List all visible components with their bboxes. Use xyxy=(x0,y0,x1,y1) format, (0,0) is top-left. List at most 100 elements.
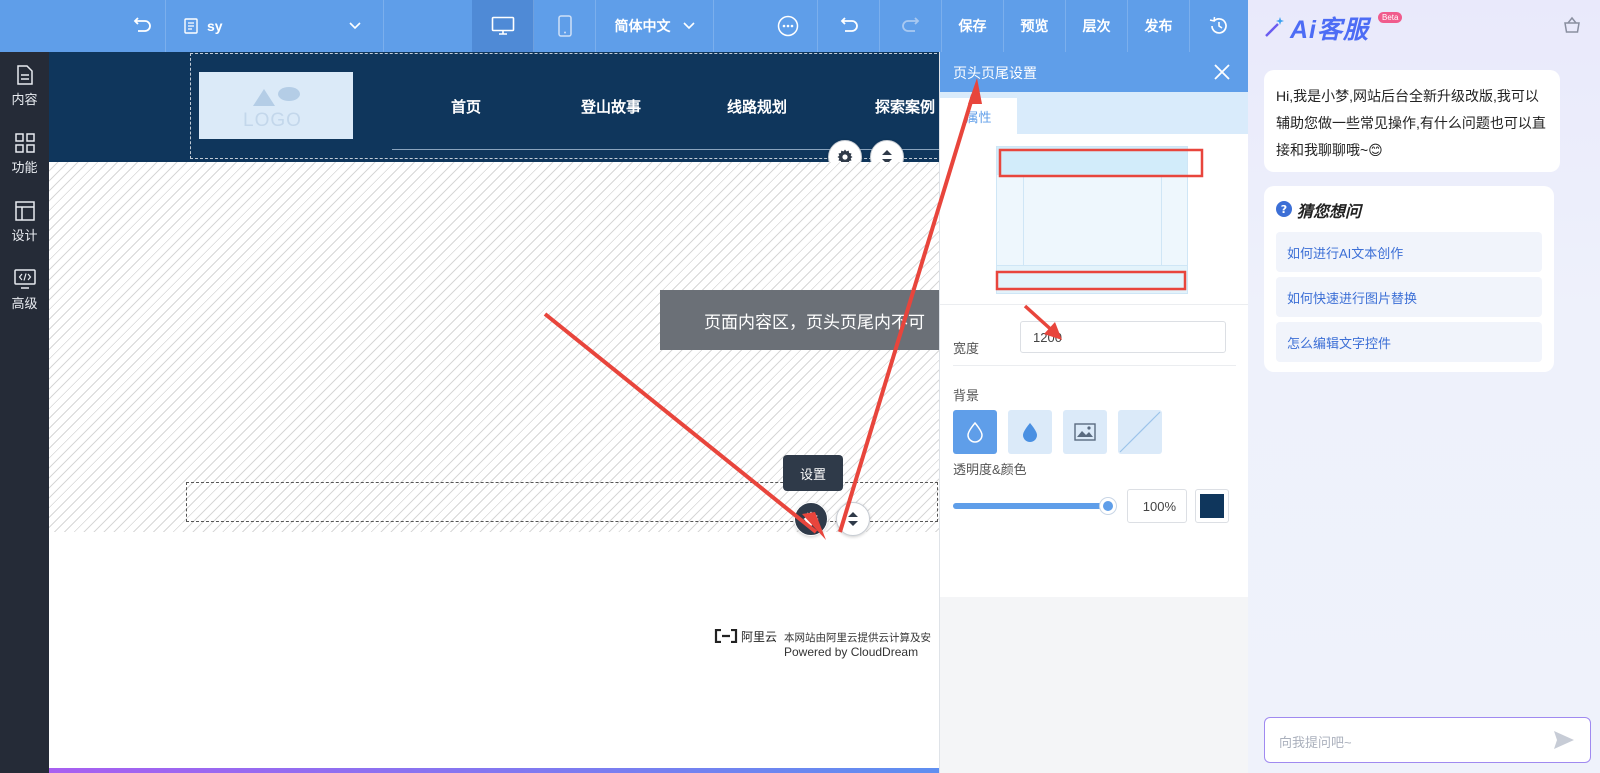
layout-diagram-footer xyxy=(997,265,1187,293)
publish-button[interactable]: 发布 xyxy=(1128,0,1190,52)
beta-badge: Beta xyxy=(1378,12,1403,23)
ai-question-input[interactable]: 向我提问吧~ xyxy=(1264,717,1591,763)
svg-text:?: ? xyxy=(1281,203,1287,216)
nav-item-label: 高级 xyxy=(11,295,38,311)
footer-line-1: 本网站由阿里云提供云计算及安 xyxy=(784,632,931,644)
opacity-value-input[interactable]: 100% xyxy=(1127,489,1187,523)
ai-assistant-panel: Ai客服 Beta Hi,我是小梦,网站后台全新升级改版,我可以辅助您做一些常见… xyxy=(1248,0,1600,773)
redo-button[interactable] xyxy=(880,0,942,52)
page-select[interactable]: sy xyxy=(166,0,384,52)
droplet-filled-icon xyxy=(1023,423,1037,442)
preview-button[interactable]: 预览 xyxy=(1004,0,1066,52)
site-logo[interactable]: LOGO xyxy=(199,72,353,139)
panel-title: 页头页尾设置 xyxy=(953,65,1037,81)
top-toolbar: sy 简体中文 保存 预览 层次 发布 xyxy=(0,0,1248,52)
content-area-notice: 页面内容区，页头页尾内不可 xyxy=(660,290,939,350)
panel-close-button[interactable] xyxy=(1212,62,1232,82)
site-header[interactable]: LOGO 首页 登山故事 线路规划 探索案例 xyxy=(49,52,939,162)
suggested-title: 猜您想问 xyxy=(1297,204,1362,221)
droplet-icon xyxy=(967,421,983,443)
nav-item-design[interactable]: 设计 xyxy=(0,188,49,256)
footer-brand: 阿里云 xyxy=(741,630,778,644)
nav-item-content[interactable]: 内容 xyxy=(0,52,49,120)
history-button[interactable] xyxy=(1190,0,1248,52)
logo-shapes-icon xyxy=(253,87,300,106)
save-button[interactable]: 保存 xyxy=(942,0,1004,52)
canvas-bottom-bar xyxy=(49,768,939,773)
divider xyxy=(940,304,1249,305)
suggested-question[interactable]: 怎么编辑文字控件 xyxy=(1276,322,1542,362)
language-select-value: 简体中文 xyxy=(614,18,671,34)
left-nav: 内容 功能 设计 高级 xyxy=(0,52,49,773)
mobile-icon xyxy=(557,15,572,37)
redo-icon xyxy=(901,17,919,32)
undo-icon xyxy=(840,17,858,32)
site-menu-item[interactable]: 线路规划 xyxy=(727,96,787,117)
bg-option-gradient[interactable] xyxy=(1008,410,1052,454)
mobile-view-button[interactable] xyxy=(534,0,596,52)
color-picker-button[interactable] xyxy=(1195,489,1229,523)
tab-properties[interactable]: 属性 xyxy=(940,98,1017,134)
nav-item-label: 设计 xyxy=(11,227,38,243)
sort-arrows-icon xyxy=(848,512,858,526)
layout-diagram-col xyxy=(1023,175,1024,265)
width-input[interactable]: 1200 xyxy=(1020,321,1226,353)
ai-title: Ai客服 xyxy=(1290,16,1370,44)
grid-icon xyxy=(14,132,35,153)
layers-button[interactable]: 层次 xyxy=(1066,0,1128,52)
ai-input-placeholder: 向我提问吧~ xyxy=(1279,735,1352,750)
layout-diagram xyxy=(996,146,1188,294)
aliyun-logo-icon xyxy=(714,629,738,643)
chevron-down-icon xyxy=(349,22,361,30)
opacity-color-label: 透明度&颜色 xyxy=(953,462,1027,477)
more-button[interactable] xyxy=(758,0,818,52)
footer-settings-button[interactable] xyxy=(794,502,828,536)
opacity-slider[interactable] xyxy=(953,498,1116,514)
nav-item-label: 功能 xyxy=(11,159,38,175)
magic-wand-icon xyxy=(1265,17,1284,37)
basket-icon xyxy=(1564,16,1580,33)
ai-greeting-bubble: Hi,我是小梦,网站后台全新升级改版,我可以辅助您做一些常见操作,有什么问题也可… xyxy=(1264,70,1560,172)
desktop-view-button[interactable] xyxy=(472,0,534,52)
site-menu-item[interactable]: 探索案例 xyxy=(875,96,935,117)
color-swatch xyxy=(1200,494,1224,518)
opacity-slider-fill xyxy=(953,503,1108,509)
header-footer-settings-panel: 页头页尾设置 属性 宽度 1200 背景 透明度&颜色 100% xyxy=(939,52,1249,773)
footer-line-2: Powered by CloudDream xyxy=(784,645,919,659)
ai-shop-button[interactable] xyxy=(1563,16,1581,39)
panel-tabs: 属性 xyxy=(940,92,1249,134)
no-fill-icon xyxy=(1119,411,1161,453)
code-monitor-icon xyxy=(13,268,36,289)
history-icon xyxy=(1209,16,1227,34)
site-menu-item[interactable]: 登山故事 xyxy=(581,96,641,117)
layout-diagram-col xyxy=(1161,175,1162,265)
bg-option-none[interactable] xyxy=(1118,410,1162,454)
language-select[interactable]: 简体中文 xyxy=(596,0,714,52)
nav-item-label: 内容 xyxy=(11,91,38,107)
bg-option-image[interactable] xyxy=(1063,410,1107,454)
send-button[interactable] xyxy=(1553,730,1575,755)
footer-move-button[interactable] xyxy=(836,502,870,536)
document-icon xyxy=(16,64,33,85)
send-icon xyxy=(1554,731,1574,749)
more-dots-icon xyxy=(777,15,798,37)
site-menu-item[interactable]: 首页 xyxy=(451,96,481,117)
bg-option-solid[interactable] xyxy=(953,410,997,454)
layout-diagram-header xyxy=(997,147,1187,175)
panel-header: 页头页尾设置 xyxy=(940,52,1249,92)
back-button[interactable] xyxy=(118,0,166,52)
question-circle-icon: ? xyxy=(1276,201,1292,217)
logo-text: LOGO xyxy=(243,110,302,131)
close-icon xyxy=(1214,64,1230,80)
nav-item-functions[interactable]: 功能 xyxy=(0,120,49,188)
suggested-question[interactable]: 如何快速进行图片替换 xyxy=(1276,277,1542,317)
desktop-icon xyxy=(491,16,514,35)
chevron-down-icon xyxy=(682,22,695,30)
page-icon xyxy=(184,18,198,34)
nav-item-advanced[interactable]: 高级 xyxy=(0,256,49,324)
opacity-slider-thumb[interactable] xyxy=(1100,498,1116,514)
image-icon xyxy=(1074,423,1096,441)
suggested-question[interactable]: 如何进行AI文本创作 xyxy=(1276,232,1542,272)
settings-tooltip: 设置 xyxy=(783,455,843,491)
undo-button[interactable] xyxy=(818,0,880,52)
